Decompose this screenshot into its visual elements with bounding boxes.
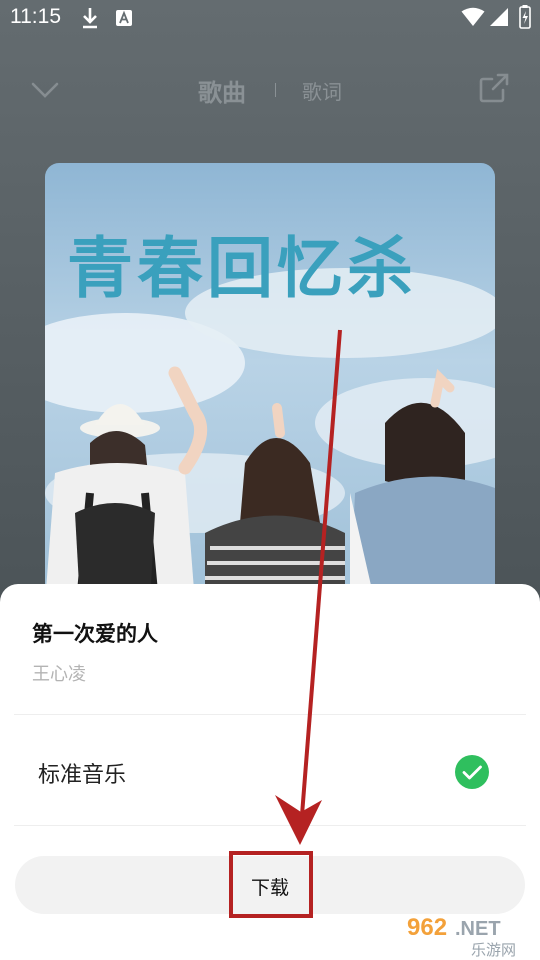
song-title: 第一次爱的人 [32,622,158,646]
download-icon [83,8,97,29]
song-artist: 王心凌 [32,664,86,685]
cover-title-text: 青春回忆杀 [67,230,417,307]
quality-option-label: 标准音乐 [38,763,127,788]
status-bar: 11:15 [0,0,540,36]
svg-text:962: 962 [407,914,447,941]
svg-text:乐游网: 乐游网 [471,941,516,958]
status-time: 11:15 [10,5,61,28]
signal-icon [490,8,508,26]
tab-divider [275,83,276,97]
tab-song[interactable]: 歌曲 [198,73,246,108]
album-cover: 青春回忆杀 [45,163,495,603]
tutorial-highlight-box [229,851,313,918]
check-circle-icon [455,755,489,789]
tab-lyrics[interactable]: 歌词 [302,76,342,105]
player-header: 歌曲 歌词 [0,55,540,125]
site-watermark-logo: 962 .NET 乐游网 [407,914,516,958]
chevron-down-icon[interactable] [28,73,62,107]
svg-text:.NET: .NET [455,918,501,940]
divider [14,825,526,826]
share-icon[interactable] [476,70,512,106]
quality-option-standard[interactable]: 标准音乐 [0,715,540,825]
app-notification-icon [116,10,132,26]
wifi-icon [461,7,485,26]
battery-icon [519,5,531,29]
